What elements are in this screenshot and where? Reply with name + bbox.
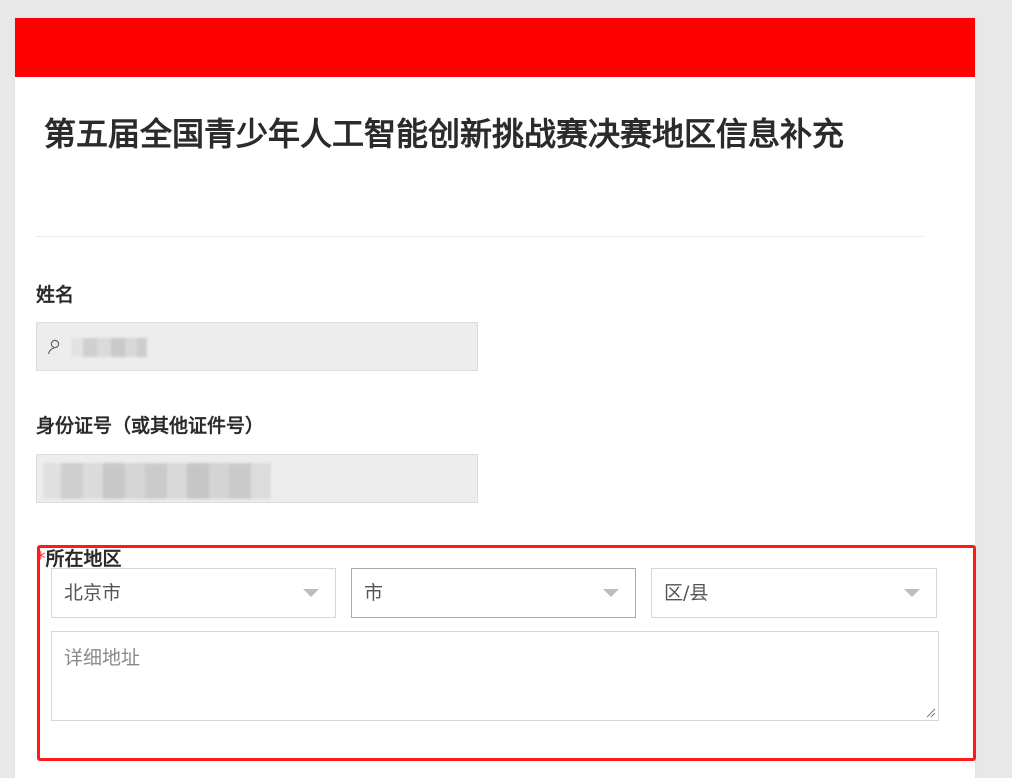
region-highlight-box xyxy=(37,545,976,761)
user-icon xyxy=(47,339,60,355)
redacted-name-value xyxy=(71,338,147,357)
title-divider xyxy=(36,236,924,237)
header-band xyxy=(15,18,975,77)
name-input[interactable] xyxy=(36,322,478,371)
redacted-id-value xyxy=(43,463,271,499)
name-label: 姓名 xyxy=(36,284,75,306)
id-number-input[interactable] xyxy=(36,454,478,503)
id-number-label: 身份证号（或其他证件号） xyxy=(36,415,265,437)
form-title: 第五届全国青少年人工智能创新挑战赛决赛地区信息补充 xyxy=(44,115,845,153)
